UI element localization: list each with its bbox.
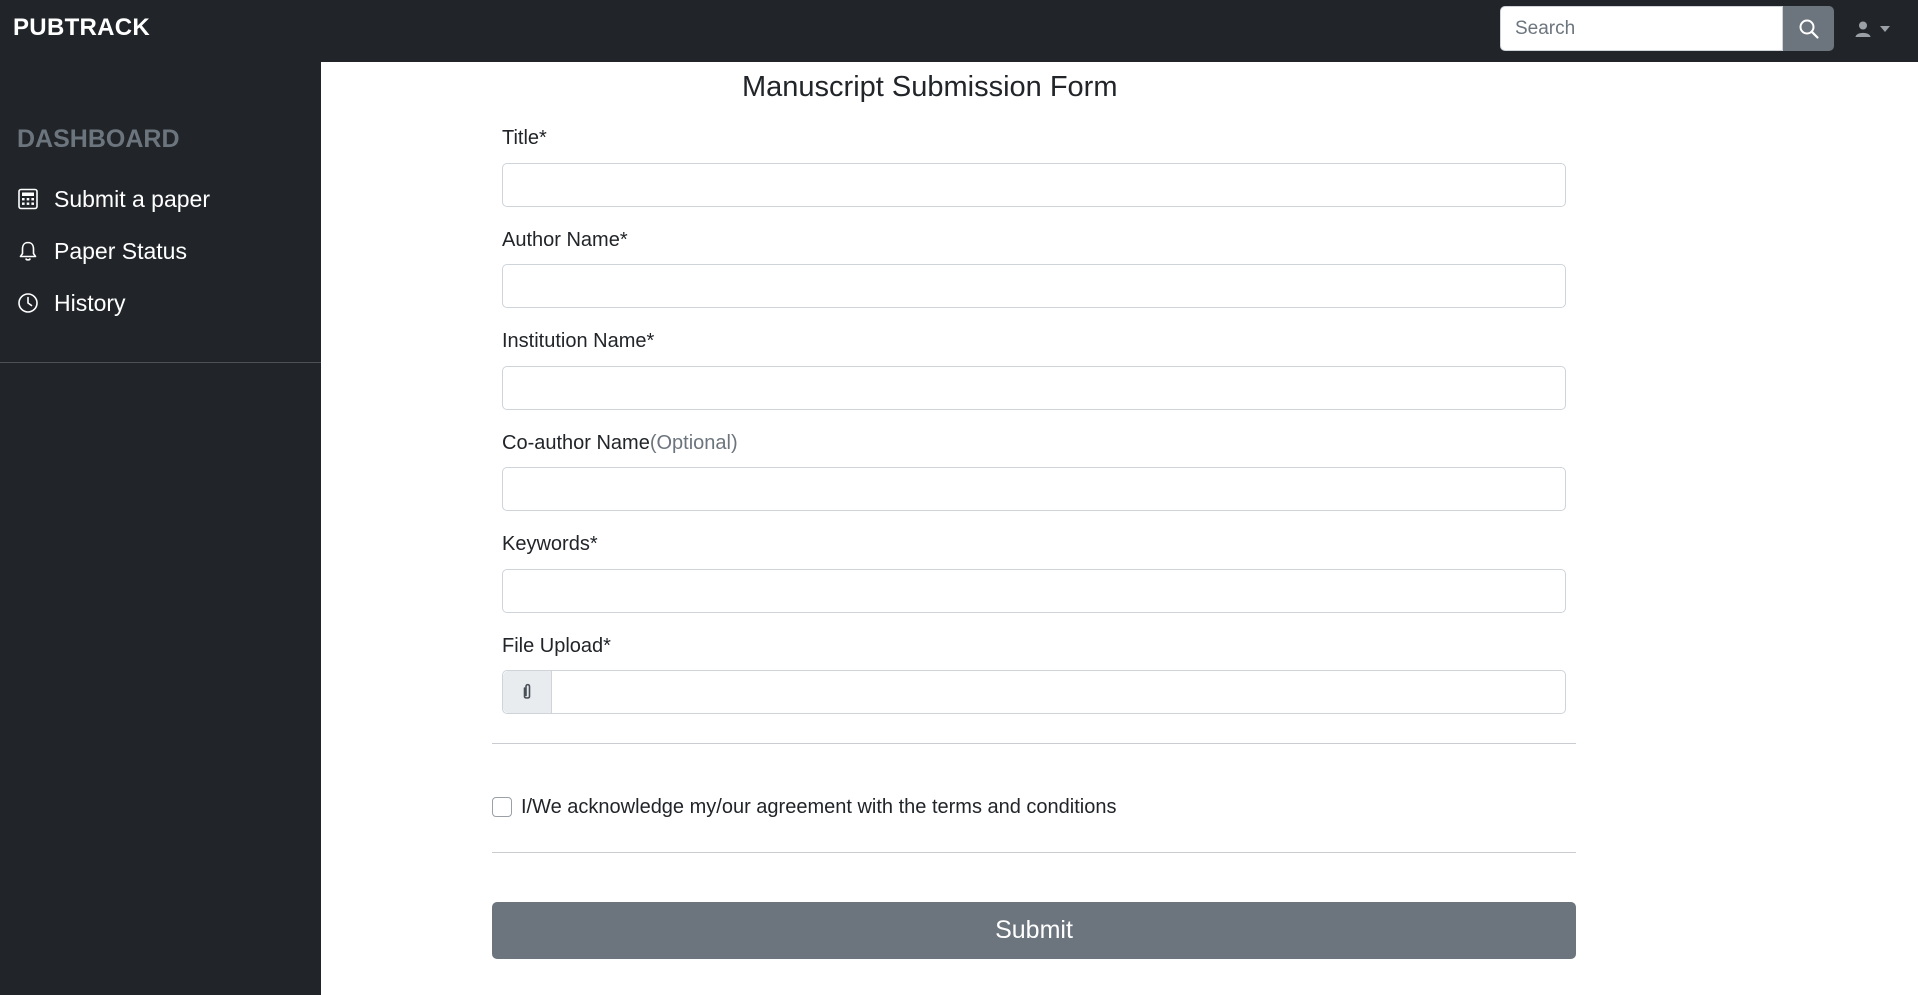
clock-icon	[16, 291, 40, 315]
paperclip-icon	[523, 683, 531, 699]
institution-name-label: Institution Name*	[502, 330, 655, 352]
title-label: Title*	[502, 127, 547, 149]
user-menu-dropdown[interactable]	[1853, 16, 1897, 42]
sidebar-item-history[interactable]: History	[0, 281, 321, 325]
form-divider-bottom	[492, 852, 1576, 853]
sidebar: DASHBOARD Submit a paper Paper Status Hi…	[0, 62, 321, 995]
sidebar-item-label: Submit a paper	[54, 185, 210, 212]
co-author-name-label: Co-author Name(Optional)	[502, 432, 738, 455]
form-divider-top	[492, 743, 1576, 744]
keywords-input[interactable]	[502, 569, 1566, 613]
author-name-input[interactable]	[502, 264, 1566, 308]
file-upload-field[interactable]	[502, 670, 1566, 714]
file-upload-button[interactable]	[503, 671, 552, 713]
search-button[interactable]	[1783, 6, 1834, 51]
optional-hint: (Optional)	[649, 432, 738, 454]
bell-icon	[16, 239, 40, 263]
caret-down-icon	[1880, 26, 1890, 32]
sidebar-item-paper-status[interactable]: Paper Status	[0, 229, 321, 273]
sidebar-heading: DASHBOARD	[17, 125, 180, 153]
sidebar-item-submit-paper[interactable]: Submit a paper	[0, 177, 321, 221]
terms-checkbox[interactable]	[492, 797, 512, 817]
top-navbar: PUBTRACK	[0, 0, 1918, 62]
institution-name-input[interactable]	[502, 366, 1566, 410]
calculator-icon	[16, 187, 40, 211]
user-icon	[1855, 21, 1871, 37]
co-author-label-text: Co-author Name	[502, 432, 650, 454]
author-name-label: Author Name*	[502, 229, 628, 251]
sidebar-item-label: Paper Status	[54, 237, 187, 264]
co-author-name-input[interactable]	[502, 467, 1566, 511]
keywords-label: Keywords*	[502, 533, 598, 555]
submit-button[interactable]: Submit	[492, 902, 1576, 959]
title-input[interactable]	[502, 163, 1566, 207]
brand-logo[interactable]: PUBTRACK	[13, 14, 150, 42]
file-upload-label: File Upload*	[502, 635, 611, 657]
sidebar-item-label: History	[54, 289, 126, 316]
page-title: Manuscript Submission Form	[742, 71, 1118, 103]
search-input[interactable]	[1500, 6, 1783, 51]
terms-checkbox-label[interactable]: I/We acknowledge my/our agreement with t…	[521, 796, 1117, 819]
file-upload-input[interactable]	[552, 671, 1565, 713]
search-icon	[1799, 19, 1819, 39]
sidebar-divider	[0, 362, 321, 363]
